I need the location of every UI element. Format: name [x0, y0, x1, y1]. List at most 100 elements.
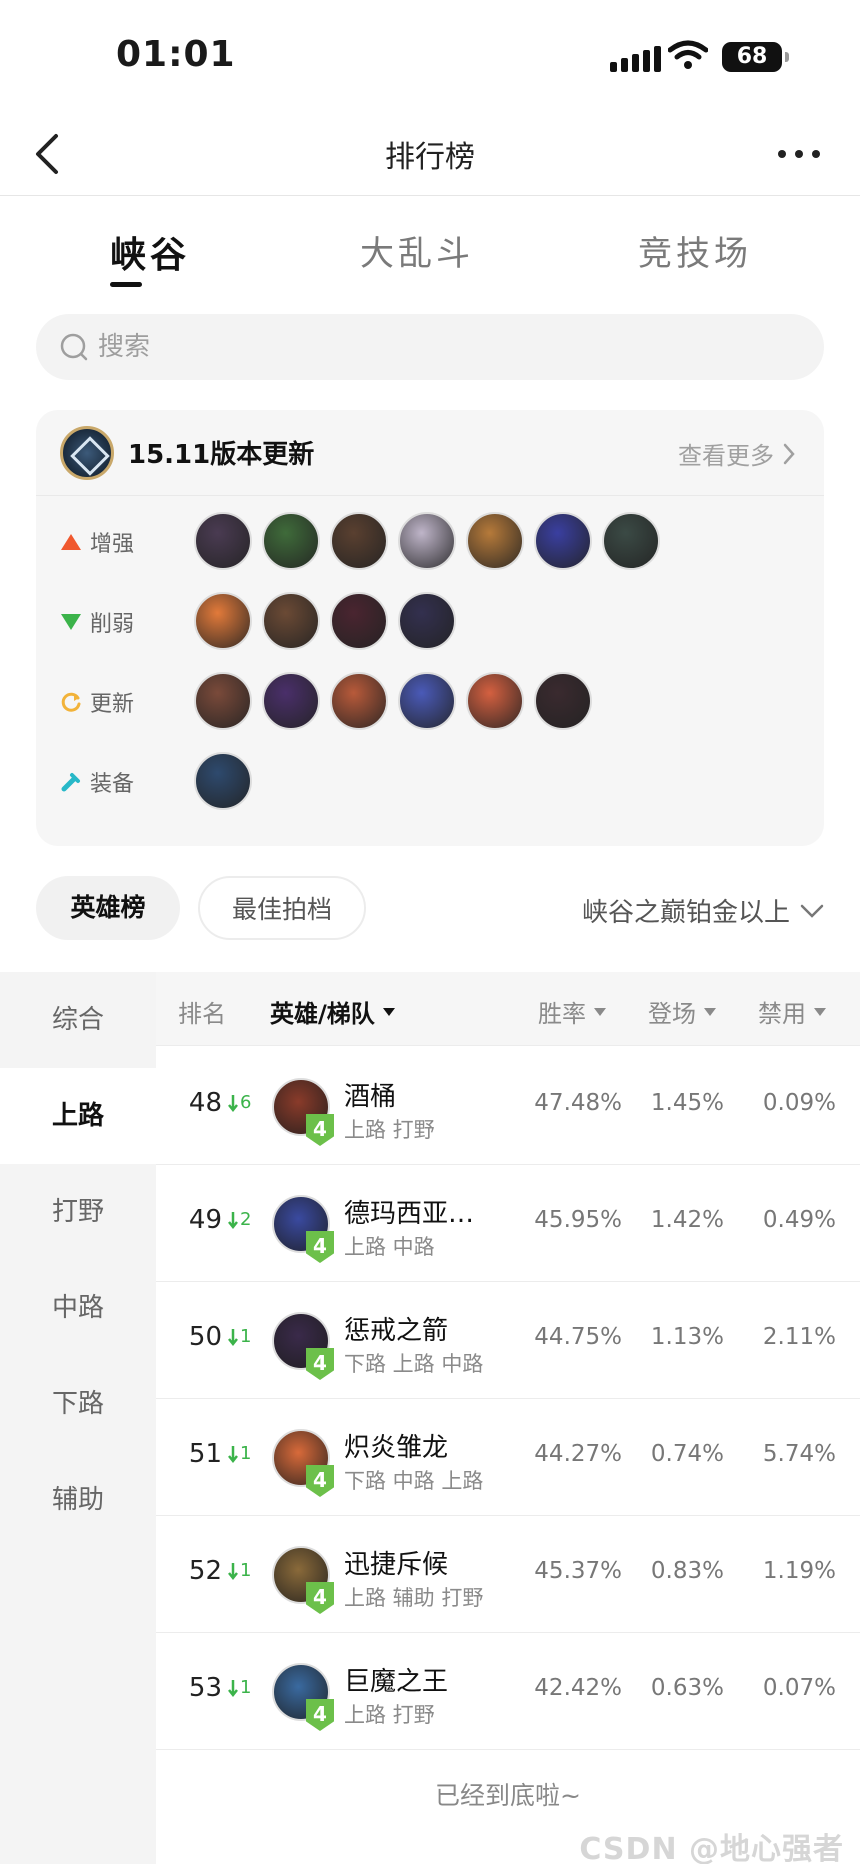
tier-badge: 4 [306, 1348, 334, 1380]
view-more-label: 查看更多 [678, 442, 774, 470]
hero-avatar[interactable] [262, 512, 320, 570]
tier-badge: 4 [306, 1699, 334, 1731]
header-rank: 排名 [178, 1000, 226, 1028]
ban-rate: 0.49% [762, 1207, 836, 1233]
rank-change: 1 [228, 1677, 251, 1698]
view-more-link[interactable]: 查看更多 [678, 436, 796, 471]
version-update-card: 15.11版本更新 查看更多 增强 削弱 更新 装备 [36, 410, 824, 846]
tier-badge: 4 [306, 1582, 334, 1614]
hero-positions: 上路 打野 [344, 1703, 435, 1727]
hero-avatar[interactable] [194, 672, 252, 730]
search-icon [60, 333, 88, 361]
table-row[interactable]: 53 1 4 巨魔之王 上路 打野 42.42% 0.63% 0.07% [156, 1633, 860, 1750]
win-rate: 44.75% [534, 1324, 622, 1350]
hero-avatar[interactable] [466, 512, 524, 570]
ban-rate: 1.19% [762, 1558, 836, 1584]
rank-filter-dropdown[interactable]: 峡谷之巅铂金以上 [582, 892, 824, 929]
rank-change: 6 [228, 1092, 251, 1113]
sidebar-item-mid[interactable]: 中路 [0, 1260, 156, 1356]
refresh-icon [61, 692, 81, 712]
tab-aram[interactable]: 大乱斗 [360, 226, 474, 275]
rank-number: 48 [188, 1088, 222, 1118]
rank-number: 50 [188, 1322, 222, 1352]
search-input[interactable] [98, 314, 798, 380]
hero-avatar[interactable] [398, 512, 456, 570]
sort-caret-icon [594, 1007, 606, 1016]
version-header[interactable]: 15.11版本更新 查看更多 [36, 410, 824, 496]
hero-name: 迅捷斥候 [344, 1550, 449, 1580]
sidebar-item-overall[interactable]: 综合 [0, 972, 156, 1068]
sidebar-item-jungle[interactable]: 打野 [0, 1164, 156, 1260]
hero-positions: 下路 上路 中路 [344, 1352, 484, 1376]
table-row[interactable]: 51 1 4 炽炎雏龙 下路 中路 上路 44.27% 0.74% 5.74% [156, 1399, 860, 1516]
pick-rate: 0.74% [650, 1441, 724, 1467]
item-label: 装备 [90, 772, 135, 797]
header-banrate-sort[interactable]: 禁用 [758, 994, 826, 1029]
hero-avatar[interactable] [398, 592, 456, 650]
table-row[interactable]: 50 1 4 惩戒之箭 下路 上路 中路 44.75% 1.13% 2.11% [156, 1282, 860, 1399]
rank-number: 49 [188, 1205, 222, 1235]
ranking-tabs: 英雄榜 最佳拍档 峡谷之巅铂金以上 [36, 876, 824, 940]
sidebar-item-bot[interactable]: 下路 [0, 1356, 156, 1452]
win-rate: 45.95% [534, 1207, 622, 1233]
hero-avatar[interactable] [330, 672, 388, 730]
more-icon[interactable] [778, 150, 820, 158]
status-time: 01:01 [116, 34, 236, 75]
chevron-down-icon [800, 904, 824, 918]
chevron-right-icon [783, 443, 795, 464]
rank-filter-label: 峡谷之巅铂金以上 [581, 898, 790, 928]
tab-best-duo[interactable]: 最佳拍档 [198, 876, 366, 940]
hero-name: 德玛西亚… [344, 1199, 475, 1229]
arrow-down-icon [228, 1328, 238, 1346]
rank-number: 53 [188, 1673, 222, 1703]
table-row[interactable]: 48 6 4 酒桶 上路 打野 47.48% 1.45% 0.09% [156, 1048, 860, 1165]
hero-avatar[interactable] [194, 592, 252, 650]
hero-avatar[interactable] [194, 512, 252, 570]
ban-rate: 0.07% [762, 1675, 836, 1701]
hero-avatar[interactable] [262, 592, 320, 650]
pick-rate: 1.13% [650, 1324, 724, 1350]
hero-positions: 下路 中路 上路 [344, 1469, 484, 1493]
sort-caret-icon [382, 1007, 395, 1016]
rank-change: 1 [228, 1326, 251, 1347]
sidebar-item-top[interactable]: 上路 [0, 1068, 156, 1164]
sidebar-item-support[interactable]: 辅助 [0, 1452, 156, 1548]
search-bar[interactable] [36, 314, 824, 380]
hero-avatar[interactable] [466, 672, 524, 730]
rank-change: 1 [228, 1560, 251, 1581]
active-tab-indicator [110, 282, 142, 287]
ban-rate: 2.11% [762, 1324, 836, 1350]
tier-badge: 4 [306, 1114, 334, 1146]
update-label: 更新 [90, 692, 135, 717]
arrow-down-icon [228, 1445, 238, 1463]
item-row: 装备 [60, 752, 800, 812]
hero-avatar[interactable] [262, 672, 320, 730]
tab-rift[interactable]: 峡谷 [110, 226, 190, 278]
tab-arena[interactable]: 竞技场 [638, 226, 752, 275]
buff-label: 增强 [90, 532, 135, 557]
rank-number: 51 [188, 1439, 222, 1469]
pick-rate: 1.42% [650, 1207, 724, 1233]
position-sidebar: 综合 上路 打野 中路 下路 辅助 [0, 972, 156, 1864]
header-pickrate-sort[interactable]: 登场 [648, 994, 716, 1029]
end-of-list-text: 已经到底啦~ [435, 1781, 581, 1810]
page-title: 排行榜 [385, 140, 475, 175]
hero-avatar[interactable] [330, 512, 388, 570]
win-rate: 44.27% [534, 1441, 622, 1467]
hero-avatar[interactable] [330, 592, 388, 650]
rank-change: 2 [228, 1209, 251, 1230]
hero-avatar[interactable] [534, 672, 592, 730]
hero-avatar[interactable] [602, 512, 660, 570]
hero-name: 惩戒之箭 [344, 1316, 449, 1346]
hero-avatar[interactable] [534, 512, 592, 570]
hero-avatar[interactable] [398, 672, 456, 730]
header-hero-sort[interactable]: 英雄/梯队 [270, 994, 395, 1029]
table-row[interactable]: 52 1 4 迅捷斥候 上路 辅助 打野 45.37% 0.83% 1.19% [156, 1516, 860, 1633]
nav-bar: 排行榜 [0, 110, 860, 196]
table-row[interactable]: 49 2 4 德玛西亚… 上路 中路 45.95% 1.42% 0.49% [156, 1165, 860, 1282]
hero-avatar[interactable] [194, 752, 252, 810]
hero-name: 巨魔之王 [344, 1667, 449, 1697]
battery-icon: 68 [722, 42, 789, 72]
tab-hero-rank[interactable]: 英雄榜 [36, 876, 180, 940]
header-winrate-sort[interactable]: 胜率 [538, 994, 606, 1029]
